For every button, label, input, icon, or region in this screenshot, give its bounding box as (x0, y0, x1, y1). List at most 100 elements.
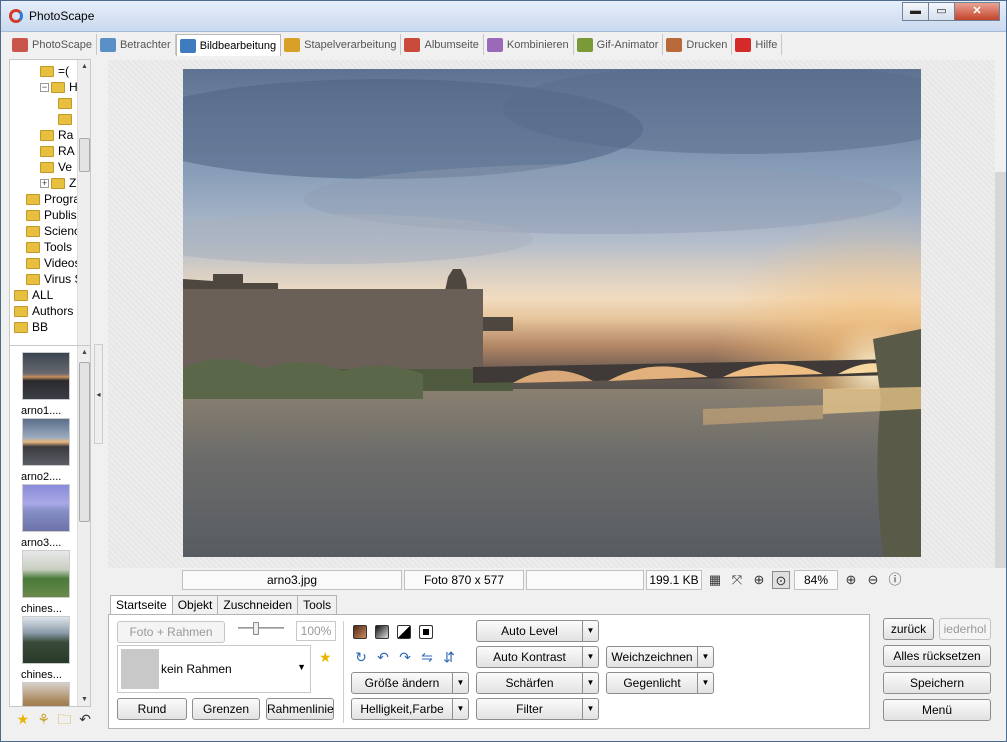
collapse-panel-button[interactable]: ◂ (94, 344, 103, 444)
tree-item[interactable] (58, 95, 76, 111)
chevron-down-icon[interactable]: ▼ (583, 646, 599, 668)
thumbnail-image[interactable] (22, 616, 70, 664)
collapse-icon[interactable]: − (40, 82, 49, 92)
tab-viewer[interactable]: Betrachter (97, 34, 176, 55)
fit-to-window-icon[interactable]: ⤧ (728, 571, 746, 589)
frame-percent-field[interactable]: 100% (296, 621, 336, 641)
brightness-color-button[interactable]: Helligkeit,Farbe (351, 698, 453, 720)
tree-scroll-thumb[interactable] (79, 138, 90, 172)
tree-item[interactable]: Videos (26, 255, 80, 271)
tab-editor[interactable]: Bildbearbeitung (175, 34, 282, 56)
borders-button[interactable]: Grenzen (192, 698, 260, 720)
expand-icon[interactable]: + (40, 178, 49, 188)
resize-dropdown[interactable]: Größe ändern ▼ (351, 672, 469, 694)
flip-horizontal-icon[interactable]: ⇋ (419, 649, 435, 665)
negative-filter-icon[interactable] (419, 625, 433, 639)
tree-item[interactable]: Virus S (26, 271, 82, 287)
filter-button[interactable]: Filter (476, 698, 583, 720)
folder-tree[interactable]: BB Authors D ALL Virus S Videos Tools Scienc Pu… (9, 59, 91, 391)
tree-item[interactable]: Ra (40, 127, 73, 143)
thumbnail-item[interactable]: arno1.... (21, 352, 71, 417)
frame-line-button[interactable]: Rahmenlinie (266, 698, 334, 720)
tree-item[interactable]: Scienc (26, 223, 80, 239)
tree-item[interactable]: ALL (14, 287, 53, 303)
info-icon[interactable]: ⓘ (886, 571, 904, 589)
maximize-button[interactable]: ▭ (928, 2, 955, 21)
edit-tab-tools[interactable]: Tools (297, 595, 338, 615)
thumbnail-item[interactable]: chines... (21, 550, 71, 615)
tree-item[interactable]: BB (14, 319, 48, 335)
thumbnail-image[interactable] (22, 418, 70, 466)
grayscale-filter-icon[interactable] (375, 625, 389, 639)
rotate-auto-icon[interactable]: ↻ (353, 649, 369, 665)
scroll-down-arrow-icon[interactable]: ▼ (78, 693, 90, 706)
opacity-slider[interactable] (238, 622, 284, 635)
chevron-down-icon[interactable]: ▼ (453, 672, 469, 694)
tab-album[interactable]: Albumseite (401, 34, 484, 55)
thumbnail-item[interactable]: arno2.... (21, 418, 71, 483)
edit-tab-zuschneiden[interactable]: Zuschneiden (217, 595, 299, 615)
chevron-down-icon[interactable]: ▼ (453, 698, 469, 720)
chevron-down-icon[interactable]: ▼ (583, 698, 599, 720)
tree-item[interactable]: RA (40, 143, 75, 159)
image-canvas[interactable] (108, 60, 995, 568)
chevron-down-icon[interactable]: ▼ (583, 620, 599, 642)
tree-item[interactable]: =( (40, 63, 69, 79)
sharpen-button[interactable]: Schärfen (476, 672, 583, 694)
black-white-filter-icon[interactable] (397, 625, 411, 639)
thumbnail-item[interactable]: arno3.... (21, 484, 71, 549)
undo-button[interactable]: zurück (883, 618, 934, 640)
brightness-color-dropdown[interactable]: Helligkeit,Farbe ▼ (351, 698, 469, 720)
chevron-down-icon[interactable]: ▼ (698, 646, 714, 668)
filter-dropdown[interactable]: Filter ▼ (476, 698, 599, 720)
soften-dropdown[interactable]: Weichzeichnen ▼ (606, 646, 714, 668)
zoom-fit-icon[interactable]: ⊙ (772, 571, 790, 589)
chevron-down-icon[interactable]: ▼ (583, 672, 599, 694)
edit-tab-startseite[interactable]: Startseite (110, 595, 173, 616)
tree-item[interactable] (58, 111, 76, 127)
chevron-down-icon[interactable]: ▼ (698, 672, 714, 694)
photo-preview[interactable] (183, 69, 921, 557)
auto-level-button[interactable]: Auto Level (476, 620, 583, 642)
scroll-up-arrow-icon[interactable]: ▲ (78, 60, 90, 73)
thumbnail-image[interactable] (22, 352, 70, 400)
tab-photoscape[interactable]: PhotoScape (9, 34, 97, 55)
tab-print[interactable]: Drucken (663, 34, 733, 55)
edit-tab-objekt[interactable]: Objekt (171, 595, 219, 615)
auto-level-dropdown[interactable]: Auto Level ▼ (476, 620, 599, 642)
soften-button[interactable]: Weichzeichnen (606, 646, 698, 668)
close-button[interactable]: ✕ (954, 2, 1000, 21)
actual-size-icon[interactable]: ⊕ (750, 571, 768, 589)
open-folder-icon[interactable]: 🗀 (57, 711, 73, 727)
transparency-grid-icon[interactable]: ▦ (706, 571, 724, 589)
tree-item[interactable]: Publis (26, 207, 77, 223)
flip-vertical-icon[interactable]: ⇵ (441, 649, 457, 665)
tree-item[interactable]: Progra (26, 191, 80, 207)
thumbnail-scroll-thumb[interactable] (79, 362, 90, 522)
slider-knob[interactable] (253, 622, 259, 635)
thumbnail-item[interactable]: lauren... (21, 682, 71, 706)
save-button[interactable]: Speichern (883, 672, 991, 694)
favorite-star-icon[interactable]: ★ (15, 711, 31, 727)
redo-button[interactable]: iederhol (939, 618, 991, 640)
sharpen-dropdown[interactable]: Schärfen ▼ (476, 672, 599, 694)
back-arrow-icon[interactable]: ↶ (77, 711, 93, 727)
thumbnail-image[interactable] (22, 550, 70, 598)
favorite-frame-star-icon[interactable]: ★ (319, 649, 332, 666)
backlight-dropdown[interactable]: Gegenlicht ▼ (606, 672, 714, 694)
frame-select[interactable]: kein Rahmen ▼ (117, 645, 311, 693)
rotate-left-icon[interactable]: ↶ (375, 649, 391, 665)
zoom-out-icon[interactable]: ⊖ (864, 571, 882, 589)
resize-button[interactable]: Größe ändern (351, 672, 453, 694)
tree-item[interactable]: Authors D (14, 303, 85, 319)
zoom-in-icon[interactable]: ⊕ (842, 571, 860, 589)
thumbnail-image[interactable] (22, 682, 70, 706)
tree-item[interactable]: Ve (40, 159, 72, 175)
canvas-vertical-scrollbar[interactable] (995, 172, 1006, 568)
tab-combine[interactable]: Kombinieren (484, 34, 574, 55)
thumbnail-image[interactable] (22, 484, 70, 532)
photo-frame-button[interactable]: Foto + Rahmen (117, 621, 225, 643)
tab-gif[interactable]: Gif-Animator (574, 34, 664, 55)
menu-button[interactable]: Menü (883, 699, 991, 721)
thumbnail-list[interactable]: lauren...chines...chines...arno3....arno… (9, 345, 91, 707)
